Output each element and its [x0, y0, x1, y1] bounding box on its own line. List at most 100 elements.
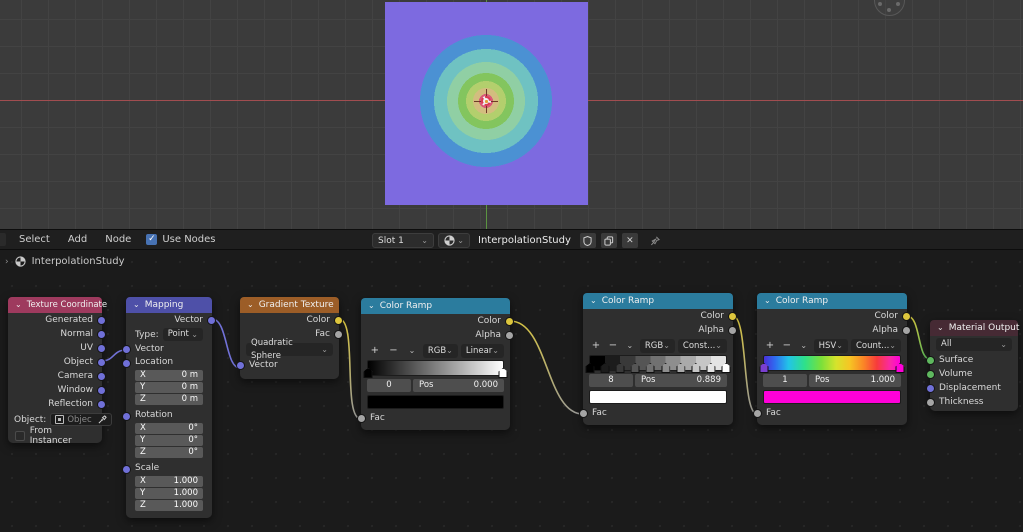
ramp-options-button[interactable]: ⌄ [623, 341, 637, 350]
interpolation-select[interactable]: Linear ⌄ [460, 343, 504, 358]
ramp-stop-handle[interactable] [895, 363, 905, 373]
color-mode-select[interactable]: RGB ⌄ [639, 338, 675, 353]
socket-normal[interactable] [97, 330, 106, 339]
node-color-ramp-1[interactable]: ⌄ Color Ramp Color Alpha + − ⌄ RGB ⌄ Line… [357, 298, 514, 430]
ramp-stop-handle[interactable] [600, 363, 610, 373]
color-ramp-gradient-bar[interactable] [363, 360, 508, 378]
socket-generated[interactable] [97, 316, 106, 325]
selected-stop-color-swatch[interactable] [589, 390, 727, 404]
node-material-output[interactable]: ⌄ Material Output All ⌄ Surface Volume Di… [926, 320, 1019, 411]
ramp-stop-handle[interactable] [615, 363, 625, 373]
ramp-options-button[interactable]: ⌄ [404, 346, 420, 355]
remove-stop-button[interactable]: − [386, 345, 402, 356]
from-instancer-toggle[interactable]: From Instancer [8, 426, 102, 446]
stop-index-field[interactable]: 1 [763, 374, 807, 387]
collapse-chevron-icon[interactable]: ⌄ [133, 297, 140, 313]
scale-z-field[interactable]: Z 1.000 [135, 500, 203, 511]
socket-object[interactable] [97, 358, 106, 367]
ramp-stop-handle[interactable] [676, 363, 686, 373]
ramp-stop-handle[interactable] [759, 363, 769, 373]
interpolation-select[interactable]: Count... ⌄ [850, 338, 901, 353]
node-color-ramp-3[interactable]: ⌄ Color Ramp Color Alpha + − ⌄ HSV ⌄ Coun… [753, 293, 911, 425]
socket-vector-in[interactable] [236, 361, 245, 370]
stop-index-field[interactable]: 8 [589, 374, 633, 387]
socket-alpha-out[interactable] [728, 326, 737, 335]
mapping-type-select[interactable]: Point ⌄ [162, 328, 203, 341]
location-x-field[interactable]: X0 m [135, 370, 203, 381]
ramp-stop-handle[interactable] [691, 363, 701, 373]
ramp-stop-handle[interactable] [721, 363, 731, 373]
ramp-stop-handle[interactable] [498, 368, 508, 378]
socket-alpha-out[interactable] [902, 326, 911, 335]
socket-scale[interactable] [122, 465, 131, 474]
pin-button[interactable] [647, 233, 663, 248]
rotation-y-field[interactable]: Y 0° [135, 435, 203, 446]
object-picker-field[interactable]: Objec [50, 413, 112, 426]
location-z-field[interactable]: Z0 m [135, 394, 203, 405]
color-ramp-gradient-bar[interactable] [585, 355, 731, 373]
stop-position-slider[interactable]: Pos 0.000 [413, 379, 504, 392]
socket-reflection[interactable] [97, 400, 106, 409]
add-stop-button[interactable]: + [589, 340, 603, 351]
socket-volume[interactable] [926, 370, 935, 379]
gradient-type-select[interactable]: Quadratic Sphere ⌄ [246, 338, 333, 361]
new-material-copy-button[interactable] [600, 233, 617, 248]
add-stop-button[interactable]: + [763, 340, 777, 351]
output-target-select[interactable]: All ⌄ [936, 338, 1012, 351]
material-name-field[interactable]: InterpolationStudy [478, 235, 571, 246]
socket-vector-in[interactable] [122, 345, 131, 354]
socket-color-out[interactable] [728, 312, 737, 321]
fake-user-shield-button[interactable] [579, 233, 596, 248]
socket-fac-in[interactable] [579, 409, 588, 418]
menu-select[interactable]: Select [10, 234, 59, 245]
remove-stop-button[interactable]: − [780, 340, 794, 351]
editor-type-button[interactable] [0, 233, 6, 246]
socket-window[interactable] [97, 386, 106, 395]
rotation-x-field[interactable]: X 0° [135, 423, 203, 434]
color-mode-select[interactable]: HSV ⌄ [813, 338, 848, 353]
collapse-chevron-icon[interactable]: ⌄ [764, 293, 771, 309]
node-color-ramp-2[interactable]: ⌄ Color Ramp Color Alpha + − ⌄ RGB ⌄ Cons… [579, 293, 737, 425]
rotation-z-field[interactable]: Z 0° [135, 447, 203, 458]
ramp-stop-handle[interactable] [706, 363, 716, 373]
add-stop-button[interactable]: + [367, 345, 383, 356]
socket-location[interactable] [122, 359, 131, 368]
viewport-3d[interactable] [0, 0, 1023, 229]
collapse-chevron-icon[interactable]: ⌄ [590, 293, 597, 309]
slot-select[interactable]: Slot 1 ⌄ [372, 233, 434, 248]
ramp-options-button[interactable]: ⌄ [797, 341, 811, 350]
stop-position-slider[interactable]: Pos 1.000 [809, 374, 901, 387]
checkbox-unchecked-icon[interactable] [15, 430, 25, 441]
navigation-gizmo[interactable] [874, 0, 905, 16]
checkbox-checked-icon[interactable]: ✓ [146, 234, 158, 245]
socket-vector-out[interactable] [207, 316, 216, 325]
node-mapping[interactable]: ⌄ Mapping Vector Type: Point ⌄ Vector Loc… [122, 297, 216, 518]
ramp-stop-handle[interactable] [661, 363, 671, 373]
color-ramp-gradient-bar[interactable] [759, 355, 905, 373]
socket-fac-out[interactable] [334, 330, 343, 339]
socket-color-out[interactable] [902, 312, 911, 321]
menu-node[interactable]: Node [96, 234, 140, 245]
socket-rotation[interactable] [122, 412, 131, 421]
color-mode-select[interactable]: RGB ⌄ [422, 343, 458, 358]
ramp-stop-handle[interactable] [630, 363, 640, 373]
node-texture-coordinate[interactable]: ⌄ Texture Coordinate Generated Normal UV… [8, 297, 112, 446]
socket-fac-in[interactable] [357, 414, 366, 423]
unlink-material-button[interactable]: ✕ [621, 233, 638, 248]
socket-camera[interactable] [97, 372, 106, 381]
stop-index-field[interactable]: 0 [367, 379, 411, 392]
interpolation-select[interactable]: Const... ⌄ [677, 338, 727, 353]
stop-position-slider[interactable]: Pos 0.889 [635, 374, 727, 387]
collapse-chevron-icon[interactable]: ⌄ [937, 320, 944, 336]
remove-stop-button[interactable]: − [606, 340, 620, 351]
node-gradient-texture[interactable]: ⌄ Gradient Texture Color Fac Quadratic S… [236, 297, 343, 379]
ramp-stop-handle[interactable] [585, 363, 595, 373]
socket-color-out[interactable] [505, 317, 514, 326]
location-y-field[interactable]: Y0 m [135, 382, 203, 393]
socket-uv[interactable] [97, 344, 106, 353]
socket-displacement[interactable] [926, 384, 935, 393]
selected-stop-color-swatch[interactable] [763, 390, 901, 404]
scale-y-field[interactable]: Y 1.000 [135, 488, 203, 499]
material-browse-button[interactable]: ⌄ [438, 233, 470, 248]
scale-x-field[interactable]: X 1.000 [135, 476, 203, 487]
